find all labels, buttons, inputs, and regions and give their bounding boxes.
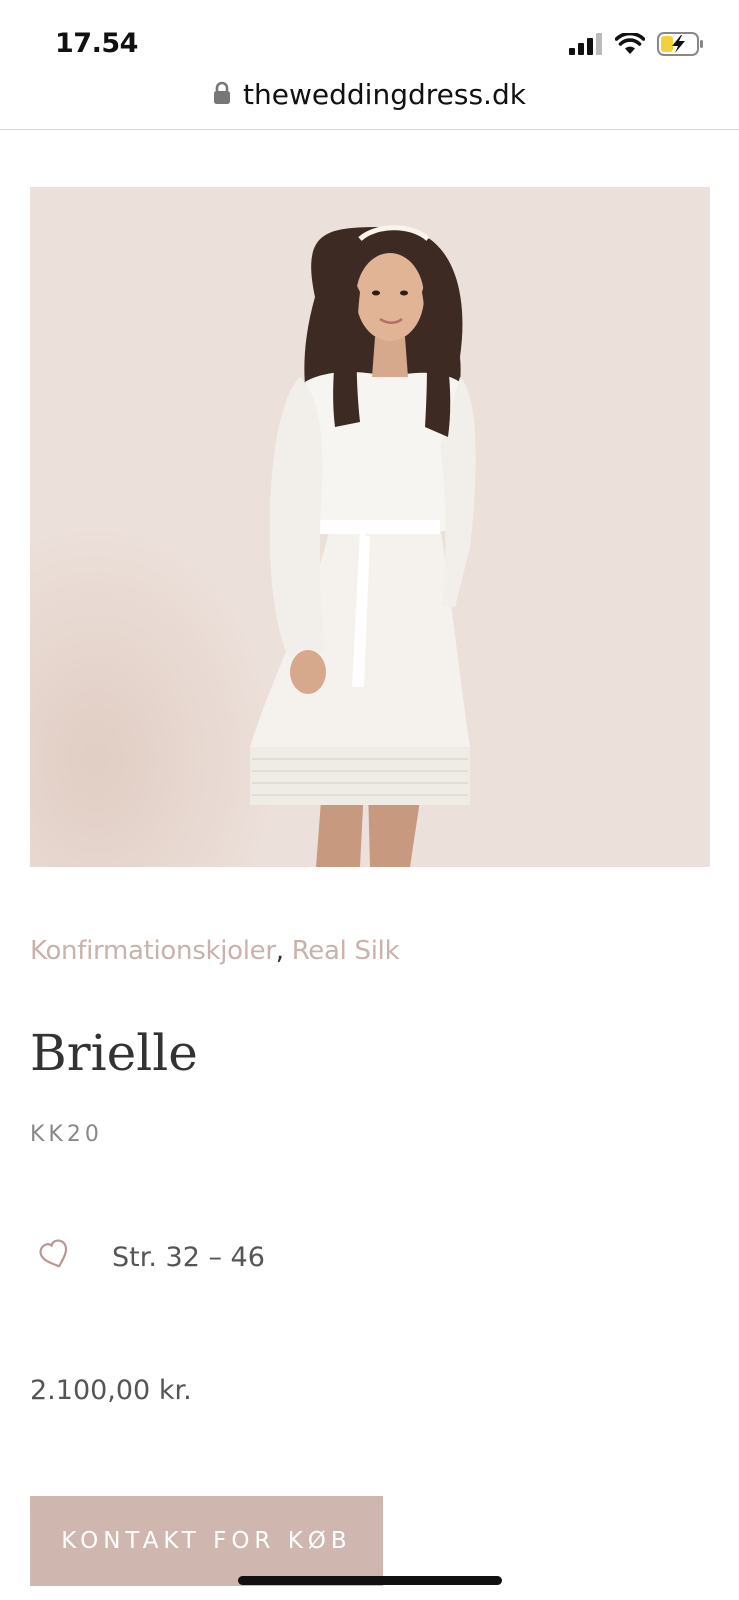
product-image[interactable] bbox=[30, 187, 710, 867]
product-title: Brielle bbox=[30, 1024, 198, 1082]
product-sku: KK20 bbox=[30, 1122, 103, 1147]
wifi-icon bbox=[614, 31, 646, 59]
contact-to-buy-button[interactable]: KONTAKT FOR KØB bbox=[30, 1496, 383, 1586]
url-text[interactable]: theweddingdress.dk bbox=[243, 78, 526, 111]
category-link-real-silk[interactable]: Real Silk bbox=[292, 936, 400, 966]
status-time: 17.54 bbox=[55, 28, 138, 59]
status-icons bbox=[569, 31, 705, 60]
product-price: 2.100,00 kr. bbox=[30, 1375, 192, 1406]
address-bar[interactable]: theweddingdress.dk bbox=[0, 78, 739, 111]
product-categories: Konfirmationskjoler, Real Silk bbox=[30, 936, 400, 966]
product-photo bbox=[30, 187, 710, 867]
size-range: Str. 32 – 46 bbox=[112, 1241, 265, 1273]
signal-icon bbox=[569, 33, 603, 59]
battery-charging-icon bbox=[657, 32, 705, 60]
category-link-konfirmationskjoler[interactable]: Konfirmationskjoler bbox=[30, 936, 276, 966]
home-indicator[interactable] bbox=[238, 1576, 502, 1585]
status-bar: 17.54 bbox=[0, 0, 739, 80]
lock-icon bbox=[213, 81, 231, 109]
category-separator: , bbox=[275, 936, 292, 966]
size-info: Str. 32 – 46 bbox=[38, 1238, 265, 1276]
heart-icon bbox=[38, 1238, 72, 1276]
header-divider bbox=[0, 129, 739, 130]
